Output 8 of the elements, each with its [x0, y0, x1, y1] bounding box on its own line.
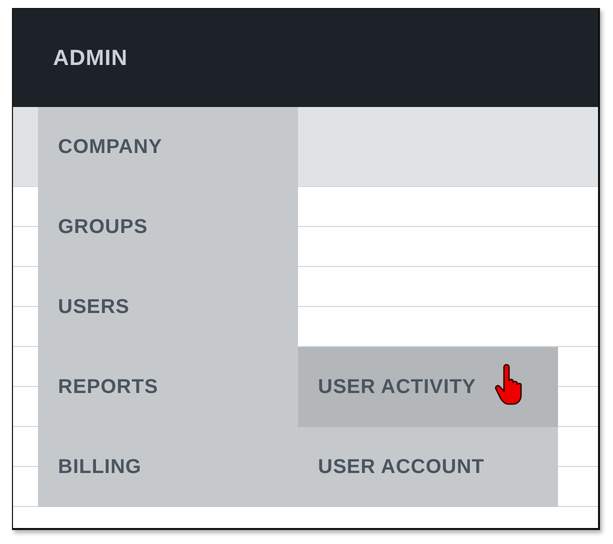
admin-title[interactable]: ADMIN	[53, 45, 128, 71]
menu-item[interactable]: GROUPS	[38, 187, 298, 267]
submenu-item[interactable]: USER ACCOUNT	[298, 427, 558, 507]
menu-item[interactable]: BILLING	[38, 427, 298, 507]
menu-item[interactable]: REPORTS	[38, 347, 298, 427]
menu-item[interactable]: USERS	[38, 267, 298, 347]
submenu-item[interactable]: USER ACTIVITY	[298, 347, 558, 427]
menu-item[interactable]: COMPANY	[38, 107, 298, 187]
